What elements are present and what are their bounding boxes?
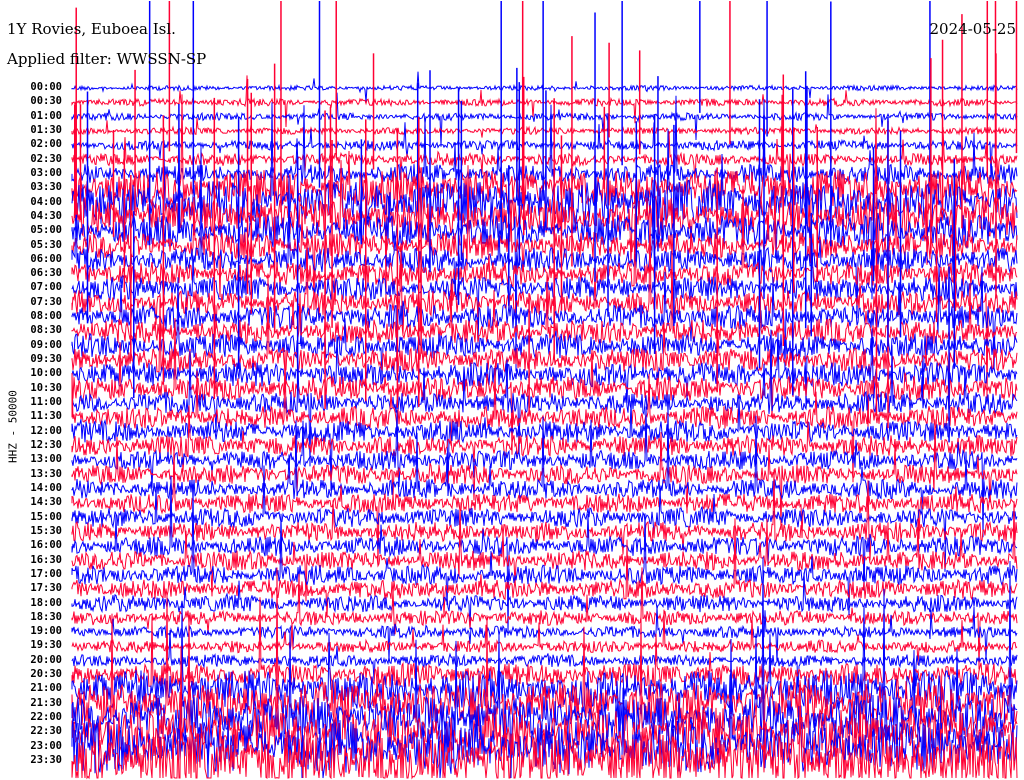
row-tick-label: 07:00 xyxy=(30,281,62,294)
row-tick-label: 10:00 xyxy=(30,367,62,380)
station-title: 1Y Rovies, Euboea Isl. xyxy=(7,20,176,38)
row-tick-label: 00:00 xyxy=(30,81,62,93)
row-tick-label: 01:30 xyxy=(30,123,62,136)
row-tick-label: 06:30 xyxy=(30,267,62,280)
row-tick-label: 08:00 xyxy=(30,310,62,323)
row-tick-label: 13:30 xyxy=(30,467,62,480)
row-tick-label: 17:30 xyxy=(30,582,62,595)
row-tick-label: 17:00 xyxy=(30,567,62,580)
row-tick-label: 16:30 xyxy=(30,553,62,566)
row-tick-label: 01:00 xyxy=(30,109,62,122)
row-tick-label: 21:30 xyxy=(30,696,62,709)
row-tick-label: 22:30 xyxy=(30,725,62,738)
row-tick-label: 06:00 xyxy=(30,252,62,265)
row-tick-label: 03:00 xyxy=(30,166,62,179)
row-tick-label: 08:30 xyxy=(30,324,62,337)
row-tick-label: 18:00 xyxy=(30,596,62,609)
row-tick-label: 09:00 xyxy=(30,338,62,351)
row-tick-label: 11:00 xyxy=(30,396,62,409)
row-tick-label: 13:00 xyxy=(30,453,62,466)
row-tick-label: 19:00 xyxy=(30,625,62,638)
row-tick-label: 21:00 xyxy=(30,682,62,695)
row-tick-label: 20:00 xyxy=(30,653,62,666)
filter-label: Applied filter: WWSSN-SP xyxy=(7,50,207,68)
row-tick-label: 15:30 xyxy=(30,524,62,537)
row-tick-label: 07:30 xyxy=(30,295,62,308)
row-tick-label: 02:00 xyxy=(30,138,62,151)
row-tick-label: 16:00 xyxy=(30,539,62,552)
row-tick-label: 00:30 xyxy=(30,95,62,108)
row-tick-label: 05:30 xyxy=(30,238,62,251)
row-tick-label: 20:30 xyxy=(30,668,62,681)
row-tick-label: 12:30 xyxy=(30,439,62,451)
row-tick-label: 11:30 xyxy=(30,410,62,423)
row-tick-label: 14:00 xyxy=(30,481,62,494)
row-tick-label: 04:30 xyxy=(30,209,62,222)
row-tick-label: 12:00 xyxy=(30,424,62,437)
row-tick-label: 02:30 xyxy=(30,152,62,165)
row-tick-label: 03:30 xyxy=(30,181,62,194)
row-tick-label: 23:00 xyxy=(30,739,62,752)
row-tick-label: 22:00 xyxy=(30,711,62,724)
helicorder-plot xyxy=(71,1,1018,780)
row-tick-label: 09:30 xyxy=(30,353,62,366)
row-tick-label: 15:00 xyxy=(30,510,62,523)
row-tick-label: 05:00 xyxy=(30,224,62,237)
row-tick-label: 23:30 xyxy=(30,754,62,767)
date-label: 2024-05-25 xyxy=(929,20,1016,38)
row-tick-label: 04:00 xyxy=(30,195,62,208)
row-tick-label: 18:30 xyxy=(30,610,62,623)
row-tick-label: 14:30 xyxy=(30,496,62,509)
trace-row-0000 xyxy=(71,71,1018,103)
row-tick-label: 10:30 xyxy=(30,381,62,394)
row-tick-label: 19:30 xyxy=(30,639,62,652)
